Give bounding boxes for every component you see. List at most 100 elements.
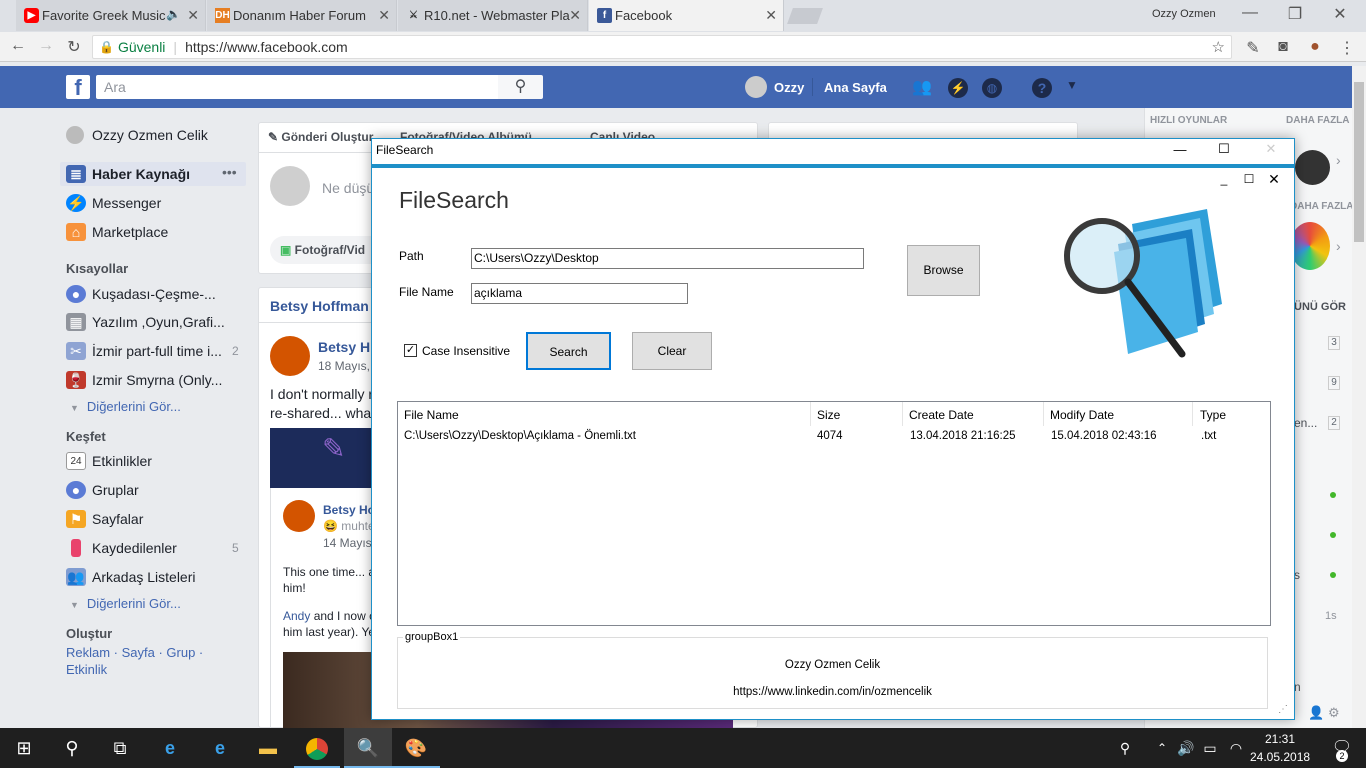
close-icon[interactable]: ✕	[1259, 141, 1283, 157]
see-more-shortcuts[interactable]: ▼ Diğerlerini Gör...	[66, 399, 181, 414]
shared-post-date[interactable]: 14 Mayıs	[323, 536, 372, 550]
notification-center-icon[interactable]: 🗨	[1318, 728, 1366, 768]
more-options-icon[interactable]: •••	[222, 164, 237, 180]
sidebar-item-shortcut[interactable]: ▦ Yazılım ,Oyun,Grafi...	[66, 311, 225, 333]
sidebar-user-name[interactable]: Ozzy Ozmen Celik	[92, 127, 208, 143]
sidebar-item-pages[interactable]: ⚑ Sayfalar	[66, 508, 143, 530]
tab-create-post[interactable]: ✎ Gönderi Oluştur	[268, 130, 373, 144]
home-link[interactable]: Ana Sayfa	[824, 80, 887, 95]
search-button[interactable]: Search	[526, 332, 611, 370]
internet-explorer-icon[interactable]: e	[146, 728, 194, 768]
volume-icon[interactable]: 🔊	[1174, 728, 1198, 768]
close-window-icon[interactable]: ✕	[1330, 4, 1350, 24]
contact-name[interactable]: en...	[1294, 416, 1317, 430]
mention-link[interactable]: Andy	[283, 609, 310, 623]
avatar[interactable]	[66, 126, 84, 144]
sidebar-item-saved[interactable]: Kaydedilenler	[66, 537, 177, 559]
case-insensitive-checkbox[interactable]: ✓	[404, 344, 417, 357]
battery-icon[interactable]: ▭	[1198, 728, 1222, 768]
contact-name[interactable]: n	[1294, 680, 1301, 694]
chevron-right-icon[interactable]: ›	[1336, 152, 1341, 168]
facebook-logo-icon[interactable]: f	[66, 75, 90, 100]
clock-date[interactable]: 24.05.2018	[1250, 750, 1310, 764]
linkedin-link[interactable]: https://www.linkedin.com/in/ozmencelik	[397, 686, 1268, 698]
game-8ball-icon[interactable]	[1295, 150, 1330, 185]
create-links[interactable]: Reklam · Sayfa · Grup ·	[66, 645, 203, 660]
help-icon[interactable]: ?	[1032, 78, 1052, 98]
tab-facebook[interactable]: f Facebook ✕	[589, 0, 784, 31]
column-header-modify-date[interactable]: Modify Date	[1050, 408, 1114, 422]
post-date[interactable]: 18 Mayıs,	[318, 359, 370, 373]
friends-icon[interactable]: 👥	[912, 77, 932, 97]
clock-time[interactable]: 21:31	[1256, 732, 1304, 746]
shared-post-author[interactable]: Betsy Ho	[323, 503, 375, 517]
new-tab-button[interactable]	[787, 8, 823, 24]
mdi-maximize-icon[interactable]: ☐	[1237, 172, 1261, 186]
resize-grip-icon[interactable]: ⋰	[1278, 704, 1288, 715]
sidebar-item-newsfeed[interactable]: ≣ Haber Kaynağı	[66, 163, 190, 185]
minimize-icon[interactable]: —	[1240, 4, 1260, 22]
restore-icon[interactable]: ❐	[1285, 4, 1305, 24]
table-row[interactable]: C:\Users\Ozzy\Desktop\Açıklama - Önemli.…	[398, 428, 1270, 446]
sidebar-item-shortcut[interactable]: ● Kuşadası-Çeşme-...	[66, 283, 216, 305]
avatar[interactable]	[270, 336, 310, 376]
settings-gear-icon[interactable]: ⚙	[1328, 705, 1340, 721]
filesearch-taskbar-icon[interactable]: 🔍	[344, 728, 392, 768]
edge-icon[interactable]: e	[196, 728, 244, 768]
sidebar-item-messenger[interactable]: ⚡ Messenger	[66, 192, 161, 214]
reload-icon[interactable]: ↻	[64, 37, 84, 57]
sidebar-item-friend-lists[interactable]: 👥 Arkadaş Listeleri	[66, 566, 196, 588]
tab-youtube[interactable]: ▶ Favorite Greek Music 🔈 ✕	[16, 0, 206, 31]
more-link[interactable]: DAHA FAZLA	[1290, 201, 1354, 212]
tab-r10[interactable]: ⚔ R10.net - Webmaster Pla ✕	[398, 0, 588, 31]
windows-start-icon[interactable]: ⊞	[0, 728, 48, 768]
browser-profile-name[interactable]: Ozzy Ozmen	[1152, 8, 1216, 20]
account-menu-icon[interactable]: ▼	[1066, 78, 1078, 92]
profile-link[interactable]: Ozzy	[774, 80, 804, 95]
notifications-globe-icon[interactable]: ◍	[982, 78, 1002, 98]
task-view-icon[interactable]: ⧉	[96, 728, 144, 768]
minimize-icon[interactable]: —	[1168, 142, 1192, 157]
forward-icon[interactable]: →	[36, 37, 56, 55]
case-insensitive-label[interactable]: Case Insensitive	[422, 344, 510, 358]
chevron-right-icon[interactable]: ›	[1336, 238, 1341, 254]
cookie-icon[interactable]: ●	[1306, 38, 1324, 56]
add-friends-icon[interactable]: 👤	[1308, 705, 1324, 721]
post-author[interactable]: Betsy H	[318, 339, 370, 355]
paint-icon[interactable]: 🎨	[392, 728, 440, 768]
maximize-icon[interactable]: ☐	[1212, 141, 1236, 157]
bookmark-star-icon[interactable]: ☆	[1212, 38, 1225, 56]
speaker-icon[interactable]: 🔈	[166, 7, 181, 21]
mdi-minimize-icon[interactable]: _	[1212, 172, 1236, 186]
chevron-up-icon[interactable]: ⌃	[1150, 728, 1174, 768]
sidebar-item-shortcut[interactable]: 🍷 Izmir Smyrna (Only...	[66, 369, 222, 391]
close-tab-icon[interactable]: ✕	[765, 7, 777, 24]
clear-button[interactable]: Clear	[632, 332, 712, 370]
column-header-create-date[interactable]: Create Date	[909, 408, 974, 422]
composer-input[interactable]: Ne düşü	[322, 180, 374, 196]
file-explorer-icon[interactable]: ▬	[244, 728, 292, 768]
sidebar-item-shortcut[interactable]: ✂ İzmir part-full time i...	[66, 340, 222, 362]
avatar[interactable]	[283, 500, 315, 532]
see-more-explore[interactable]: ▼ Diğerlerini Gör...	[66, 596, 181, 611]
tab-donanimhaber[interactable]: DH Donanım Haber Forum ✕	[207, 0, 397, 31]
sidebar-item-groups[interactable]: ● Gruplar	[66, 479, 139, 501]
facebook-search-input[interactable]: Ara	[96, 75, 498, 99]
back-icon[interactable]: ←	[8, 37, 28, 55]
messenger-icon[interactable]: ⚡	[948, 78, 968, 98]
close-tab-icon[interactable]: ✕	[187, 7, 199, 24]
column-header-size[interactable]: Size	[817, 408, 840, 422]
post-shared-by[interactable]: Betsy Hoffman W	[270, 298, 386, 314]
address-bar[interactable]: 🔒 Güvenli | https://www.facebook.com ☆	[92, 35, 1232, 59]
path-input[interactable]: C:\Users\Ozzy\Desktop	[471, 248, 864, 269]
wifi-icon[interactable]: ◠	[1224, 728, 1248, 768]
scrollbar-thumb[interactable]	[1354, 82, 1364, 242]
extension-icon[interactable]: ✎	[1244, 38, 1262, 58]
sidebar-item-marketplace[interactable]: ⌂ Marketplace	[66, 221, 168, 243]
avatar[interactable]	[745, 76, 767, 98]
create-event-link[interactable]: Etkinlik	[66, 662, 107, 677]
people-icon[interactable]: ⚲	[1110, 728, 1140, 768]
search-icon[interactable]: ⚲	[498, 75, 543, 99]
chrome-icon[interactable]	[306, 738, 328, 760]
see-all-link[interactable]: ÜNÜ GÖR	[1294, 301, 1346, 313]
